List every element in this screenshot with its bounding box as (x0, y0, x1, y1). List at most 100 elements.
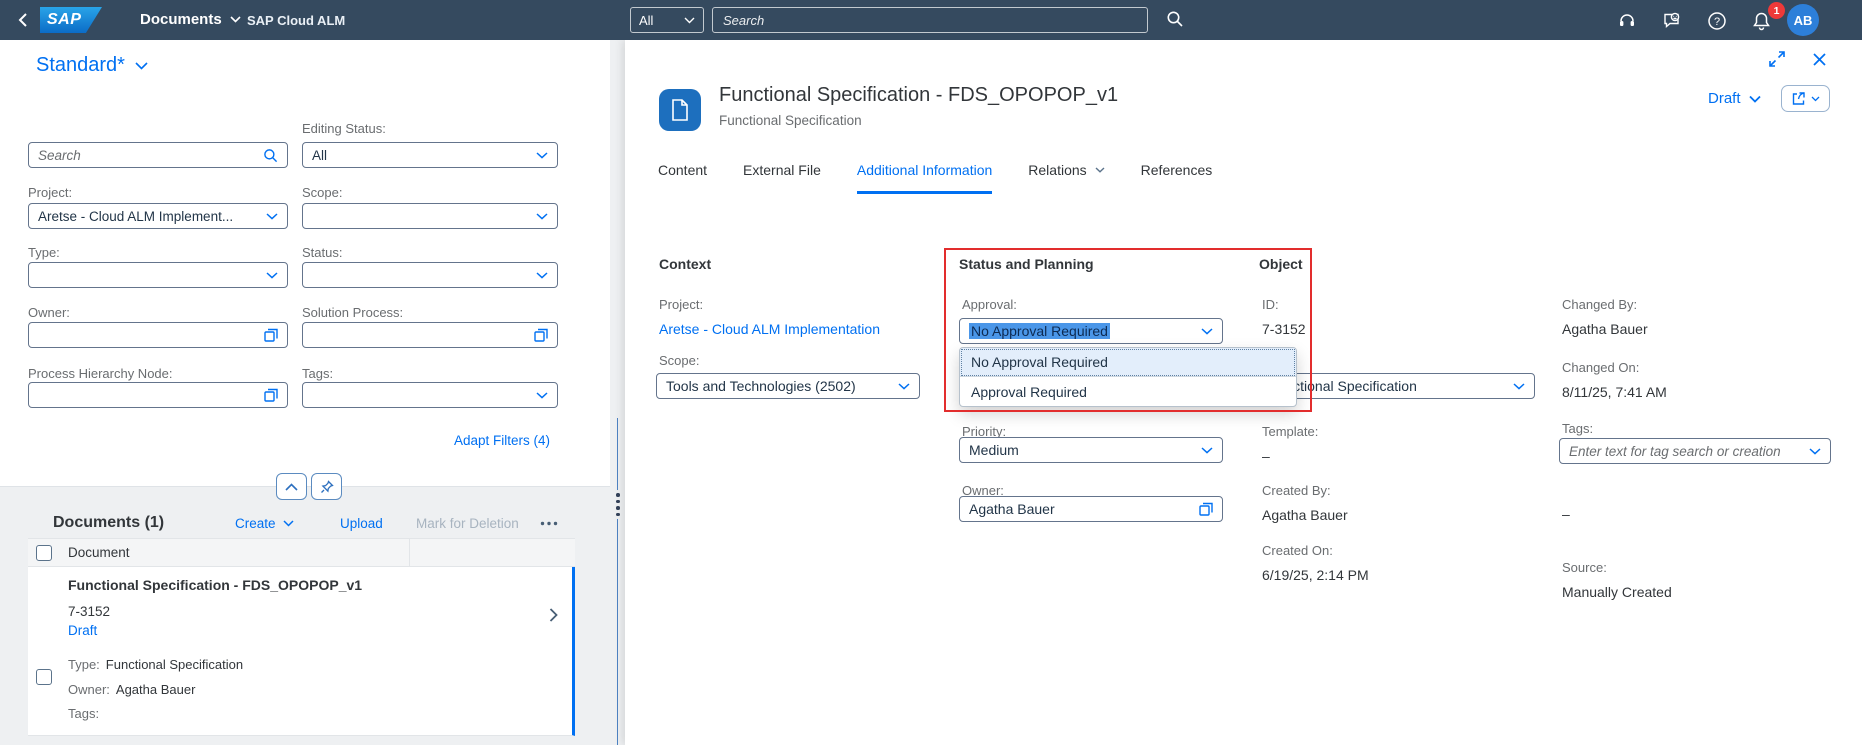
template-label: Template: (1262, 424, 1318, 439)
chevron-down-icon (536, 272, 548, 279)
scope-label: Scope: (302, 185, 558, 200)
app-title-menu[interactable]: Documents (140, 11, 241, 28)
global-search-input[interactable] (712, 7, 1148, 33)
chevron-down-icon (283, 520, 294, 527)
panel-splitter[interactable] (610, 40, 625, 745)
search-icon[interactable] (1166, 10, 1184, 28)
priority-select[interactable]: Medium (959, 437, 1223, 463)
splitter-grip-icon[interactable] (615, 490, 620, 519)
tab-content[interactable]: Content (658, 162, 707, 194)
column-separator (409, 539, 410, 566)
row-checkbox[interactable] (36, 669, 52, 685)
context-project-link[interactable]: Aretse - Cloud ALM Implementation (659, 321, 880, 337)
overflow-menu-button[interactable] (540, 521, 558, 526)
detail-owner-input[interactable]: Agatha Bauer (959, 496, 1223, 522)
value-help-icon[interactable] (264, 388, 278, 402)
chevron-down-icon (1809, 448, 1821, 455)
document-status-link[interactable]: Draft (68, 623, 97, 638)
tab-additional-information[interactable]: Additional Information (857, 162, 992, 194)
mark-for-deletion-button[interactable]: Mark for Deletion (416, 516, 519, 531)
tab-external-file[interactable]: External File (743, 162, 821, 194)
source-label: Source: (1562, 560, 1607, 575)
filter-search-input[interactable] (38, 148, 257, 163)
scope-select[interactable] (302, 203, 558, 229)
collapse-header-button[interactable] (276, 473, 307, 500)
close-icon[interactable] (1808, 48, 1830, 70)
dropdown-option-approval-required[interactable]: Approval Required (960, 377, 1296, 406)
filter-bar: Standard* Editing Status: All Project: A… (0, 40, 610, 487)
value-help-icon[interactable] (264, 328, 278, 342)
search-icon[interactable] (263, 148, 278, 163)
documents-count-title: Documents (1) (53, 514, 164, 532)
sap-logo-text: SAP (47, 11, 81, 29)
changed-on-label: Changed On: (1562, 360, 1639, 375)
back-icon[interactable] (12, 9, 34, 31)
object-type-select[interactable]: Functional Specification (1259, 373, 1535, 399)
chevron-down-icon (1095, 167, 1105, 173)
document-detail-panel: Functional Specification - FDS_OPOPOP_v1… (625, 40, 1862, 745)
chevron-down-icon (266, 272, 278, 279)
object-id-label: ID: (1262, 297, 1279, 312)
chevron-down-icon (135, 62, 148, 70)
detail-tags-combobox[interactable] (1559, 438, 1831, 464)
project-label: Project: (28, 185, 288, 200)
created-by-value: Agatha Bauer (1262, 507, 1348, 523)
pin-header-button[interactable] (311, 473, 342, 500)
documents-toolbar: Documents (1) Create Upload Mark for Del… (0, 503, 610, 543)
value-help-icon[interactable] (534, 328, 548, 342)
detail-tags-input[interactable] (1569, 444, 1803, 459)
tab-relations[interactable]: Relations (1028, 162, 1104, 194)
approval-dropdown-list: No Approval Required Approval Required (959, 347, 1297, 407)
upload-button[interactable]: Upload (340, 516, 383, 531)
type-select[interactable] (28, 262, 288, 288)
tags-filter-select[interactable] (302, 382, 558, 408)
adapt-filters-button[interactable]: Adapt Filters (4) (454, 433, 550, 448)
share-button[interactable] (1781, 85, 1830, 112)
context-scope-select[interactable]: Tools and Technologies (2502) (656, 373, 920, 399)
search-scope-value: All (639, 13, 653, 28)
splitter-line (617, 418, 618, 745)
view-selector[interactable]: Standard* (36, 54, 148, 77)
detail-tabstrip: Content External File Additional Informa… (658, 162, 1212, 194)
row-navigation-chevron-icon[interactable] (549, 607, 558, 623)
created-on-value: 6/19/25, 2:14 PM (1262, 567, 1369, 583)
svg-text:?: ? (1714, 16, 1720, 28)
filter-search-field[interactable] (28, 142, 288, 168)
solution-process-input[interactable] (302, 322, 558, 348)
tab-references[interactable]: References (1141, 162, 1213, 194)
approval-select[interactable]: No Approval Required (959, 318, 1223, 344)
notification-badge: 1 (1768, 2, 1785, 19)
document-tags-attr: Tags: (68, 706, 105, 721)
object-id-value: 7-3152 (1262, 321, 1306, 337)
table-row[interactable]: Functional Specification - FDS_OPOPOP_v1… (28, 567, 575, 736)
document-title: Functional Specification - FDS_OPOPOP_v1 (68, 577, 362, 593)
document-type-icon (659, 89, 701, 131)
approval-selected-text: No Approval Required (969, 323, 1110, 339)
documents-list-panel: Standard* Editing Status: All Project: A… (0, 40, 610, 745)
enter-fullscreen-icon[interactable] (1766, 48, 1788, 70)
create-button[interactable]: Create (235, 516, 294, 531)
value-help-icon[interactable] (1199, 502, 1213, 516)
documents-table: Document Functional Specification - FDS_… (28, 538, 575, 736)
help-icon[interactable]: ? (1706, 10, 1728, 32)
support-icon[interactable] (1616, 10, 1638, 32)
filter-bar-controls (276, 473, 342, 500)
document-id: 7-3152 (68, 604, 110, 619)
changed-on-value: 8/11/25, 7:41 AM (1562, 384, 1667, 400)
chevron-up-icon (285, 483, 298, 491)
status-select[interactable] (302, 262, 558, 288)
status-dropdown[interactable]: Draft (1708, 90, 1761, 107)
dropdown-option-no-approval-required[interactable]: No Approval Required (960, 348, 1296, 377)
chevron-down-icon (898, 383, 910, 390)
project-select[interactable]: Aretse - Cloud ALM Implement... (28, 203, 288, 229)
process-hierarchy-node-input[interactable] (28, 382, 288, 408)
owner-input[interactable] (28, 322, 288, 348)
avatar[interactable]: AB (1787, 4, 1819, 36)
feedback-icon[interactable] (1662, 10, 1684, 32)
editing-status-select[interactable]: All (302, 142, 558, 168)
search-scope-select[interactable]: All (630, 7, 704, 33)
select-all-checkbox[interactable] (36, 545, 52, 561)
sap-logo[interactable]: SAP (40, 7, 102, 33)
tags-filter-label: Tags: (302, 366, 558, 381)
created-on-label: Created On: (1262, 543, 1333, 558)
